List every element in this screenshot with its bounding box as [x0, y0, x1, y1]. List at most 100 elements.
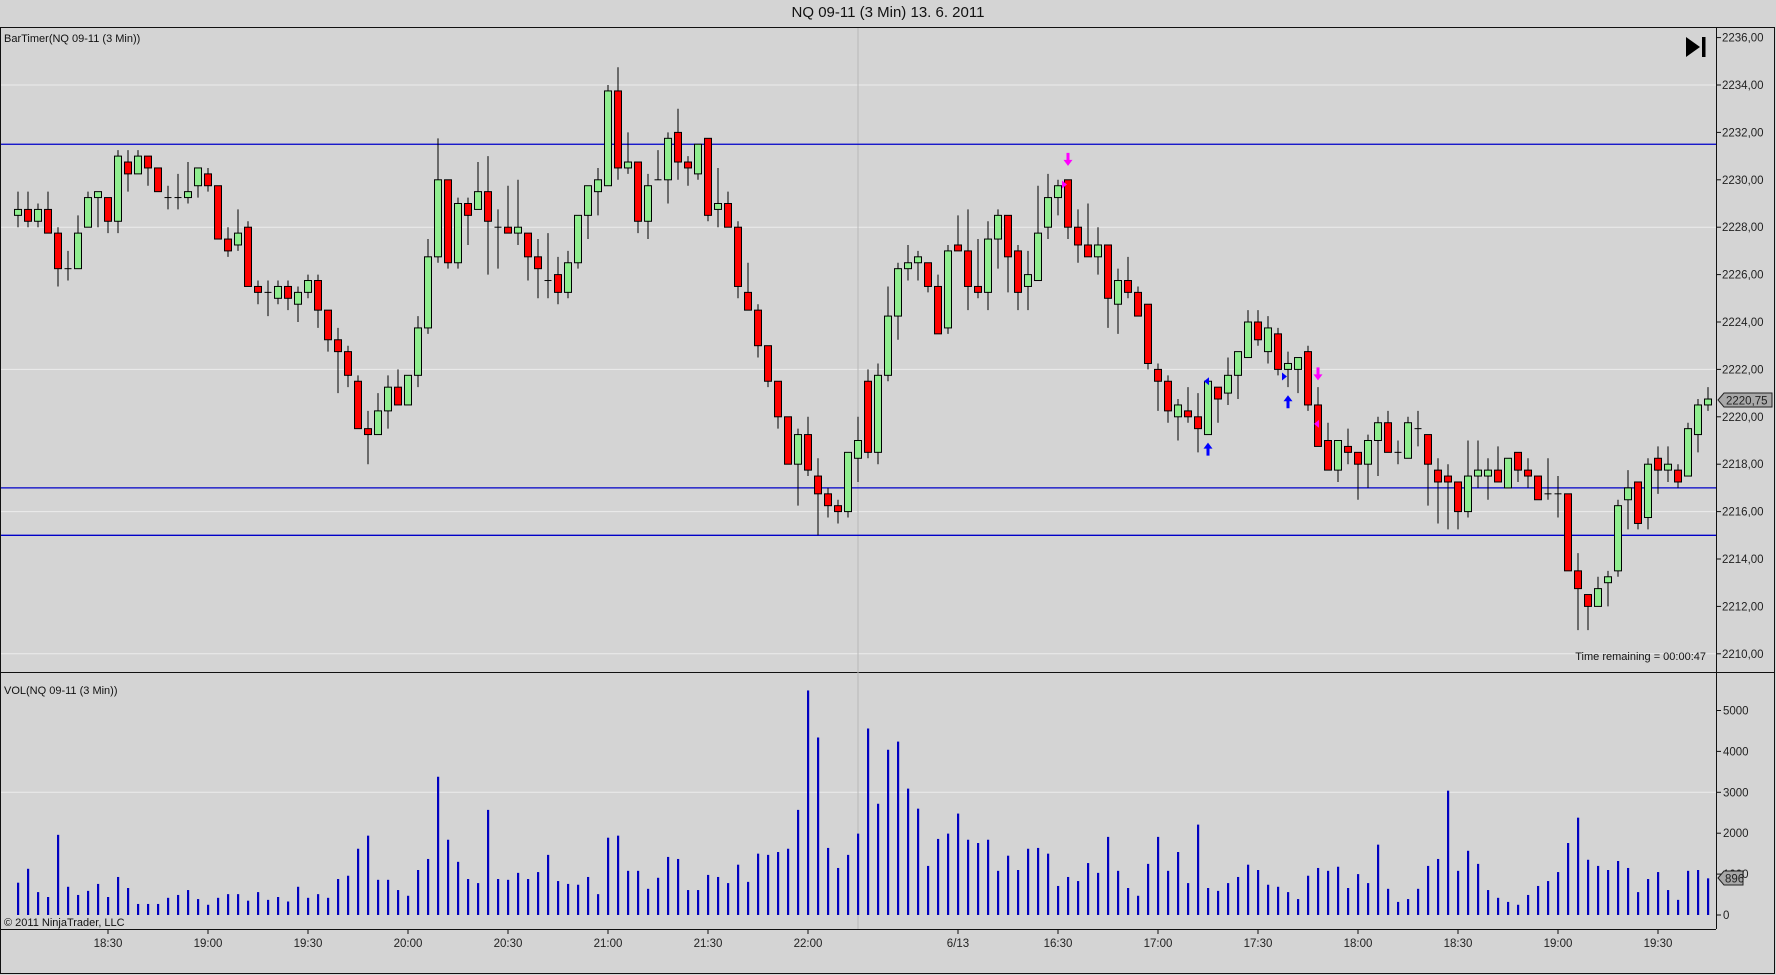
price-tick-label: 2236,00 [1722, 33, 1764, 45]
candle-body-down [504, 226, 512, 234]
volume-bar [1617, 861, 1620, 915]
candle-body-down [334, 339, 342, 353]
volume-bar [1437, 858, 1440, 915]
candle-body-up [1594, 588, 1602, 607]
volume-bar [1057, 885, 1060, 915]
candle-body-down [144, 155, 152, 169]
candle-body-down [534, 256, 542, 270]
candle-body-up [1484, 469, 1492, 477]
candle-body-down [1144, 303, 1152, 364]
candle-body-up [84, 197, 92, 228]
candle-body-up [134, 155, 142, 175]
volume-bar [1177, 852, 1180, 915]
candle-body-down [154, 167, 162, 193]
candle-body-up [34, 208, 42, 222]
candle-body-up [1114, 280, 1122, 305]
volume-bar [1447, 790, 1450, 915]
candle-body-up [1644, 463, 1652, 519]
time-tick-label: 19:30 [1644, 938, 1673, 950]
volume-bar [1577, 817, 1580, 915]
candle-body-down [484, 191, 492, 222]
time-tick-label: 17:00 [1144, 938, 1173, 950]
price-panel-label: BarTimer(NQ 09-11 (3 Min)) [4, 33, 140, 45]
volume-bar [847, 854, 850, 915]
candle-body-down [1084, 244, 1092, 258]
chart-canvas[interactable]: 2210,00 2212,00 2214,00 2216,00 2218,00 2220,… [0, 0, 1776, 975]
candle [1304, 345, 1312, 411]
candle [404, 374, 412, 406]
volume-bar [1357, 874, 1360, 915]
volume-bar [137, 903, 140, 915]
candle-body-down [1574, 570, 1582, 590]
volume-bar [1347, 888, 1350, 915]
volume-bar [1537, 885, 1540, 915]
candle [874, 363, 882, 465]
candle-body-up [904, 262, 912, 270]
volume-bar [787, 848, 790, 915]
volume-bar [537, 872, 540, 915]
volume-bar [1187, 883, 1190, 915]
volume-tick-label: 2000 [1723, 828, 1749, 840]
candle-body-up [1364, 440, 1372, 465]
volume-bar [1477, 863, 1480, 915]
candle-body-down [464, 203, 472, 216]
candle-body-down [1074, 226, 1082, 246]
volume-bar [817, 737, 820, 915]
candle-body-up [594, 179, 602, 193]
volume-bar [1407, 899, 1410, 915]
candle-body-up [114, 155, 122, 222]
candle-body-down [314, 280, 322, 311]
volume-bar [307, 897, 310, 915]
candle-body-up [1464, 475, 1472, 513]
price-tick-label: 2216,00 [1722, 507, 1764, 519]
volume-bar [1137, 895, 1140, 915]
volume-bar [317, 894, 320, 915]
volume-bar [107, 897, 110, 915]
volume-bar [497, 879, 500, 915]
candle [1614, 499, 1622, 577]
candle-body-up [944, 250, 952, 329]
candle-body-down [934, 285, 942, 335]
volume-bar [167, 897, 170, 915]
time-tick-label: 16:30 [1044, 938, 1073, 950]
volume-bar [897, 741, 900, 915]
candle-body-down [224, 238, 232, 252]
candle-body-down [324, 309, 332, 341]
price-tick-label: 2210,00 [1722, 649, 1764, 661]
time-tick-label: 18:00 [1344, 938, 1373, 950]
candle-body-down [1124, 280, 1132, 293]
volume-bar [797, 809, 800, 915]
volume-bar [857, 833, 860, 915]
volume-bar [1237, 876, 1240, 915]
candle-body-down [1674, 469, 1682, 483]
candle-body-up [884, 315, 892, 376]
price-tick-label: 2220,00 [1722, 412, 1764, 424]
candle-body-up [1614, 505, 1622, 572]
candle-body-up [1624, 487, 1632, 501]
candle-body-down [1214, 386, 1222, 400]
candle-body-down [1134, 291, 1142, 317]
candle-body-down [54, 232, 62, 270]
volume-bar [337, 879, 340, 915]
volume-bar [1097, 872, 1100, 915]
candle-body-up [844, 451, 852, 513]
volume-bar [957, 813, 960, 915]
volume-bar [427, 858, 430, 915]
volume-bar [157, 903, 160, 915]
volume-bar [247, 900, 250, 915]
volume-bar [987, 839, 990, 915]
volume-bar [377, 879, 380, 915]
candle-body-up [574, 214, 582, 264]
candle [114, 150, 122, 234]
price-tick-label: 2226,00 [1722, 270, 1764, 282]
volume-bar [1657, 872, 1660, 915]
candle-body-down [254, 285, 262, 293]
volume-bar [67, 886, 70, 915]
candle-body-down [1064, 179, 1072, 228]
volume-bar [1467, 850, 1470, 915]
volume-bar [677, 858, 680, 915]
volume-bar [1367, 883, 1370, 915]
volume-bar [567, 883, 570, 915]
volume-bar [177, 894, 180, 915]
volume-bar [1147, 863, 1150, 915]
